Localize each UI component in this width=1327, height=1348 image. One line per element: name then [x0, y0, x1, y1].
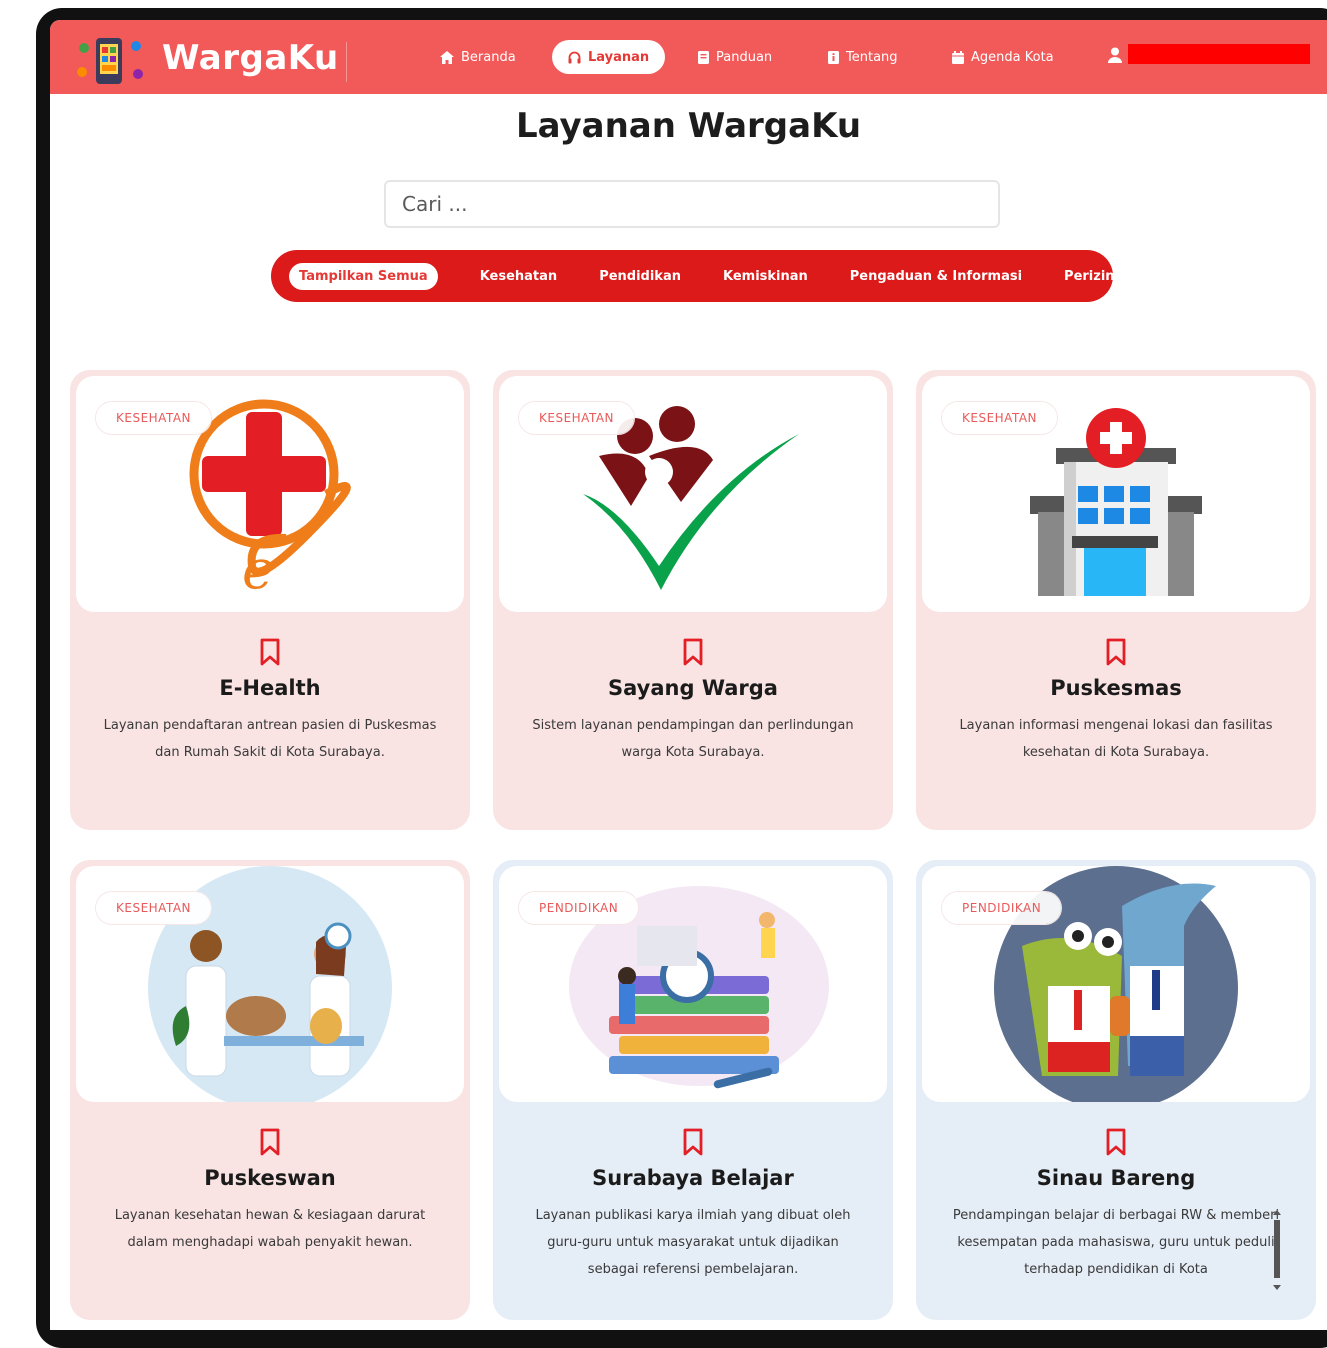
- card-description: Layanan informasi mengenai lokasi dan fa…: [959, 718, 1273, 760]
- nav-beranda[interactable]: Beranda: [424, 40, 532, 74]
- app-screen: WargaKu Beranda Layanan Panduan Tentang …: [50, 20, 1327, 1330]
- filter-kesehatan[interactable]: Kesehatan: [470, 263, 568, 290]
- info-book-icon: [828, 50, 839, 64]
- service-card-surabaya-belajar[interactable]: PENDIDIKAN Surabaya Belajar Layanan publ…: [493, 860, 893, 1320]
- navbar: WargaKu Beranda Layanan Panduan Tentang …: [50, 20, 1327, 94]
- bookmark-icon[interactable]: [259, 638, 281, 666]
- filter-pengaduan-informasi[interactable]: Pengaduan & Informasi: [840, 263, 1032, 290]
- book-icon: [698, 50, 709, 64]
- card-description: Layanan publikasi karya ilmiah yang dibu…: [535, 1208, 851, 1277]
- card-description: Layanan kesehatan hewan & kesiagaan daru…: [114, 1208, 426, 1250]
- headset-icon: [568, 51, 581, 63]
- nav-agenda-kota[interactable]: Agenda Kota: [936, 40, 1070, 74]
- calendar-icon: [952, 50, 964, 64]
- category-filter-bar: Tampilkan Semua Kesehatan Pendidikan Kem…: [271, 250, 1133, 302]
- category-badge: KESEHATAN: [96, 402, 212, 434]
- nav-beranda-label: Beranda: [461, 49, 516, 65]
- category-badge: PENDIDIKAN: [519, 892, 639, 924]
- card-description: Pendampingan belajar di berbagai RW & me…: [952, 1208, 1280, 1277]
- home-icon: [440, 50, 454, 64]
- nav-tentang[interactable]: Tentang: [812, 40, 914, 74]
- svg-text:e: e: [242, 538, 274, 601]
- category-badge: KESEHATAN: [942, 402, 1058, 434]
- user-name-redacted[interactable]: [1128, 44, 1310, 64]
- category-badge: KESEHATAN: [96, 892, 212, 924]
- bookmark-icon[interactable]: [1105, 1128, 1127, 1156]
- nav-layanan[interactable]: Layanan: [552, 40, 666, 74]
- card-description: Sistem layanan pendampingan dan perlindu…: [532, 718, 854, 760]
- search-input[interactable]: [384, 180, 1000, 228]
- category-badge: KESEHATAN: [519, 402, 635, 434]
- category-badge: PENDIDIKAN: [942, 892, 1062, 924]
- service-card-sinau-bareng[interactable]: PENDIDIKAN Sinau Bareng Pendampingan bel…: [916, 860, 1316, 1320]
- bookmark-icon[interactable]: [1105, 638, 1127, 666]
- user-icon[interactable]: [1108, 47, 1122, 63]
- bookmark-icon[interactable]: [682, 1128, 704, 1156]
- card-title: Surabaya Belajar: [592, 1166, 794, 1190]
- nav-panduan-label: Panduan: [716, 49, 773, 65]
- service-card-puskesmas[interactable]: KESEHATAN Puskesmas Layanan informasi me…: [916, 370, 1316, 830]
- service-card-puskeswan[interactable]: KESEHATAN Puskeswan Layanan kesehatan he…: [70, 860, 470, 1320]
- filter-tampilkan-semua[interactable]: Tampilkan Semua: [289, 262, 438, 290]
- bookmark-icon[interactable]: [682, 638, 704, 666]
- bookmark-icon[interactable]: [259, 1128, 281, 1156]
- nav-layanan-label: Layanan: [588, 49, 650, 65]
- filter-kemiskinan[interactable]: Kemiskinan: [713, 263, 818, 290]
- nav-agenda-kota-label: Agenda Kota: [971, 49, 1054, 65]
- service-card-sayang-warga[interactable]: KESEHATAN Sayang Warga Sistem layanan pe…: [493, 370, 893, 830]
- card-title: Sinau Bareng: [1036, 1166, 1196, 1190]
- service-card-e-health[interactable]: e KESEHATAN E-Health Layanan pendaftaran…: [70, 370, 470, 830]
- filter-pendidikan[interactable]: Pendidikan: [589, 263, 691, 290]
- card-description: Layanan pendaftaran antrean pasien di Pu…: [103, 718, 437, 760]
- card-title: Sayang Warga: [608, 676, 778, 700]
- brand-divider: [346, 42, 347, 82]
- card-title: Puskesmas: [1050, 676, 1182, 700]
- nav-tentang-label: Tentang: [846, 49, 898, 65]
- card-title: Puskeswan: [204, 1166, 336, 1190]
- description-scrollbar[interactable]: [1272, 1210, 1282, 1290]
- wargaku-logo-icon[interactable]: [74, 34, 148, 88]
- nav-panduan[interactable]: Panduan: [682, 40, 788, 74]
- filter-perizinan[interactable]: Perizinan: [1054, 263, 1143, 290]
- page-title: Layanan WargaKu: [515, 106, 862, 146]
- brand-name[interactable]: WargaKu: [162, 38, 339, 78]
- card-title: E-Health: [219, 676, 321, 700]
